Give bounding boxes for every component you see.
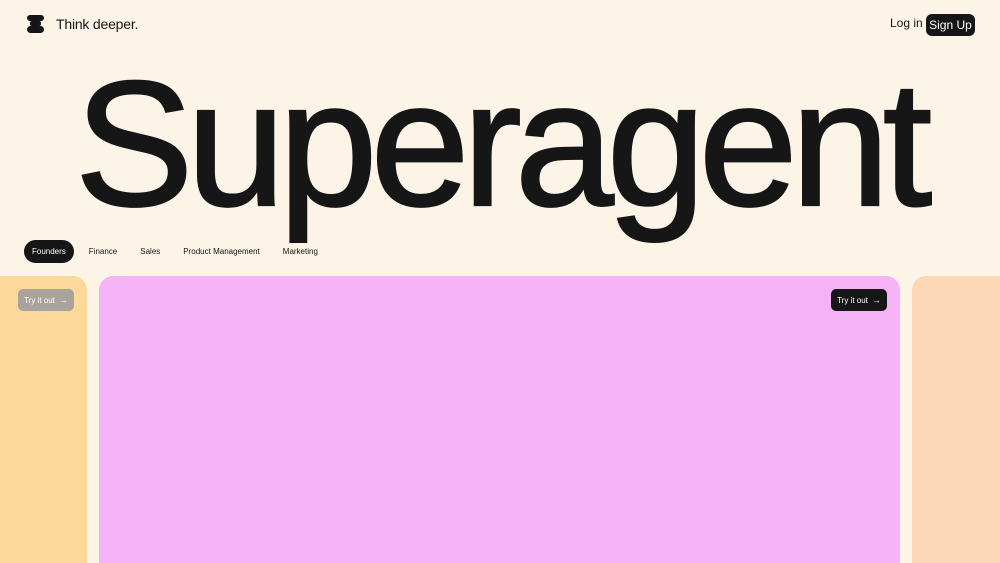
- card-previous[interactable]: [0, 276, 87, 563]
- try-it-out-button-featured[interactable]: Try it out →: [831, 289, 887, 311]
- arrow-right-icon: →: [871, 294, 881, 305]
- category-tabs: Founders Finance Sales Product Managemen…: [24, 240, 333, 263]
- brand-logo[interactable]: Think deeper.: [26, 14, 138, 34]
- try-it-out-label: Try it out: [24, 295, 55, 305]
- tab-product-management[interactable]: Product Management: [175, 240, 268, 263]
- header: Think deeper. Log in Sign Up: [0, 0, 1000, 50]
- brand-name: Think deeper.: [56, 16, 139, 32]
- stacked-logo-icon: [26, 14, 46, 34]
- login-link[interactable]: Log in: [890, 16, 923, 30]
- tab-finance[interactable]: Finance: [81, 240, 125, 263]
- signup-button[interactable]: Sign Up: [926, 14, 975, 36]
- hero-title: Superagent: [74, 44, 934, 243]
- card-next[interactable]: [912, 276, 1000, 563]
- try-it-out-button-previous[interactable]: Try it out →: [18, 289, 74, 311]
- card-featured[interactable]: [99, 276, 900, 563]
- try-it-out-label: Try it out: [837, 295, 868, 305]
- tab-founders[interactable]: Founders: [24, 240, 74, 263]
- tab-sales[interactable]: Sales: [132, 240, 168, 263]
- tab-marketing[interactable]: Marketing: [275, 240, 326, 263]
- arrow-right-icon: →: [58, 294, 68, 305]
